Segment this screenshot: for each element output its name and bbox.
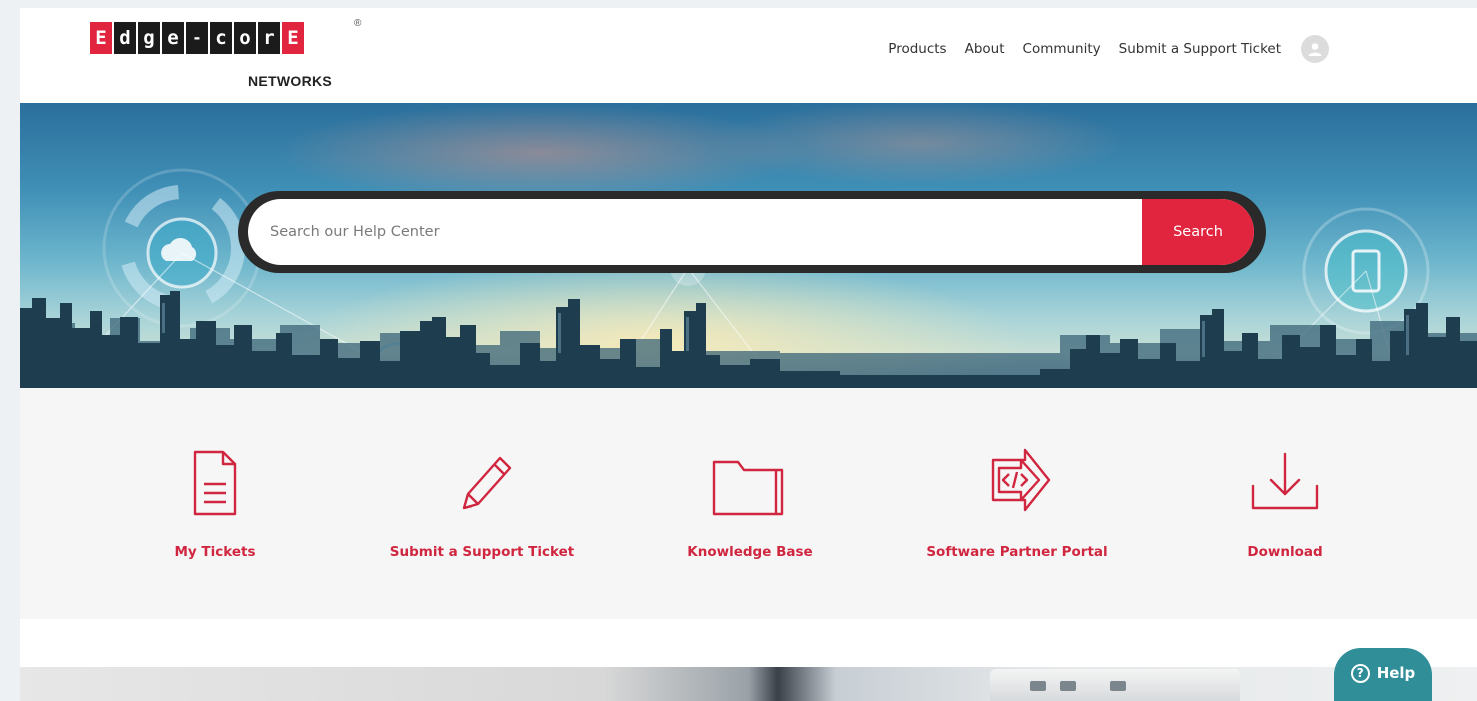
- logo-tile: E: [90, 22, 112, 54]
- code-arrow-icon: [991, 448, 1051, 512]
- search-box: Search: [248, 199, 1254, 265]
- quick-link-software-partner-portal[interactable]: Software Partner Portal: [907, 448, 1127, 560]
- search-input[interactable]: [248, 199, 1142, 265]
- help-label: Help: [1376, 664, 1416, 682]
- quick-link-knowledge-base[interactable]: Knowledge Base: [640, 448, 860, 560]
- page: E d g e - c o r E ® NETWORKS Products Ab…: [20, 8, 1477, 701]
- nav-link-products[interactable]: Products: [888, 41, 946, 57]
- question-circle-icon: ?: [1350, 663, 1370, 683]
- quick-link-label: Software Partner Portal: [926, 544, 1108, 560]
- folder-icon: [712, 460, 784, 516]
- device-port: [1110, 681, 1126, 691]
- hero-banner: Search: [20, 103, 1477, 388]
- help-widget-button[interactable]: ? Help: [1334, 648, 1432, 701]
- logo-subtitle: NETWORKS: [248, 73, 333, 89]
- logo-tiles: E d g e - c o r E: [90, 22, 360, 54]
- main-nav: Products About Community Submit a Suppor…: [888, 35, 1329, 63]
- nav-link-community[interactable]: Community: [1023, 41, 1101, 57]
- quick-link-label: My Tickets: [174, 544, 256, 560]
- promo-banner: [20, 667, 1477, 701]
- logo-tile: -: [186, 22, 208, 54]
- logo-tile: E: [282, 22, 304, 54]
- brand-logo[interactable]: E d g e - c o r E ® NETWORKS: [90, 18, 361, 92]
- download-icon: [1251, 452, 1319, 510]
- quick-links: My Tickets Submit a Support Ticket Knowl…: [20, 388, 1477, 619]
- logo-tile: o: [234, 22, 256, 54]
- nav-link-about[interactable]: About: [965, 41, 1005, 57]
- document-icon: [193, 450, 237, 516]
- user-avatar[interactable]: [1301, 35, 1329, 63]
- search-button[interactable]: Search: [1142, 199, 1254, 265]
- logo-tile: c: [210, 22, 232, 54]
- quick-link-label: Submit a Support Ticket: [389, 544, 575, 560]
- search-bar: Search: [238, 191, 1266, 273]
- logo-tile: g: [138, 22, 160, 54]
- logo-tile: d: [114, 22, 136, 54]
- device-port: [1030, 681, 1046, 691]
- quick-link-download[interactable]: Download: [1175, 448, 1395, 560]
- user-icon: [1308, 43, 1322, 56]
- logo-tile: e: [162, 22, 184, 54]
- network-device-image: [990, 669, 1240, 701]
- pencil-icon: [462, 456, 512, 510]
- nav-link-submit-ticket[interactable]: Submit a Support Ticket: [1119, 41, 1281, 57]
- quick-link-my-tickets[interactable]: My Tickets: [105, 448, 325, 560]
- registered-mark: ®: [354, 18, 362, 29]
- logo-tile: r: [258, 22, 280, 54]
- quick-link-label: Knowledge Base: [687, 544, 813, 560]
- site-header: E d g e - c o r E ® NETWORKS Products Ab…: [20, 8, 1477, 103]
- quick-link-label: Download: [1247, 544, 1323, 560]
- device-port: [1060, 681, 1076, 691]
- quick-link-submit-ticket[interactable]: Submit a Support Ticket: [372, 448, 592, 560]
